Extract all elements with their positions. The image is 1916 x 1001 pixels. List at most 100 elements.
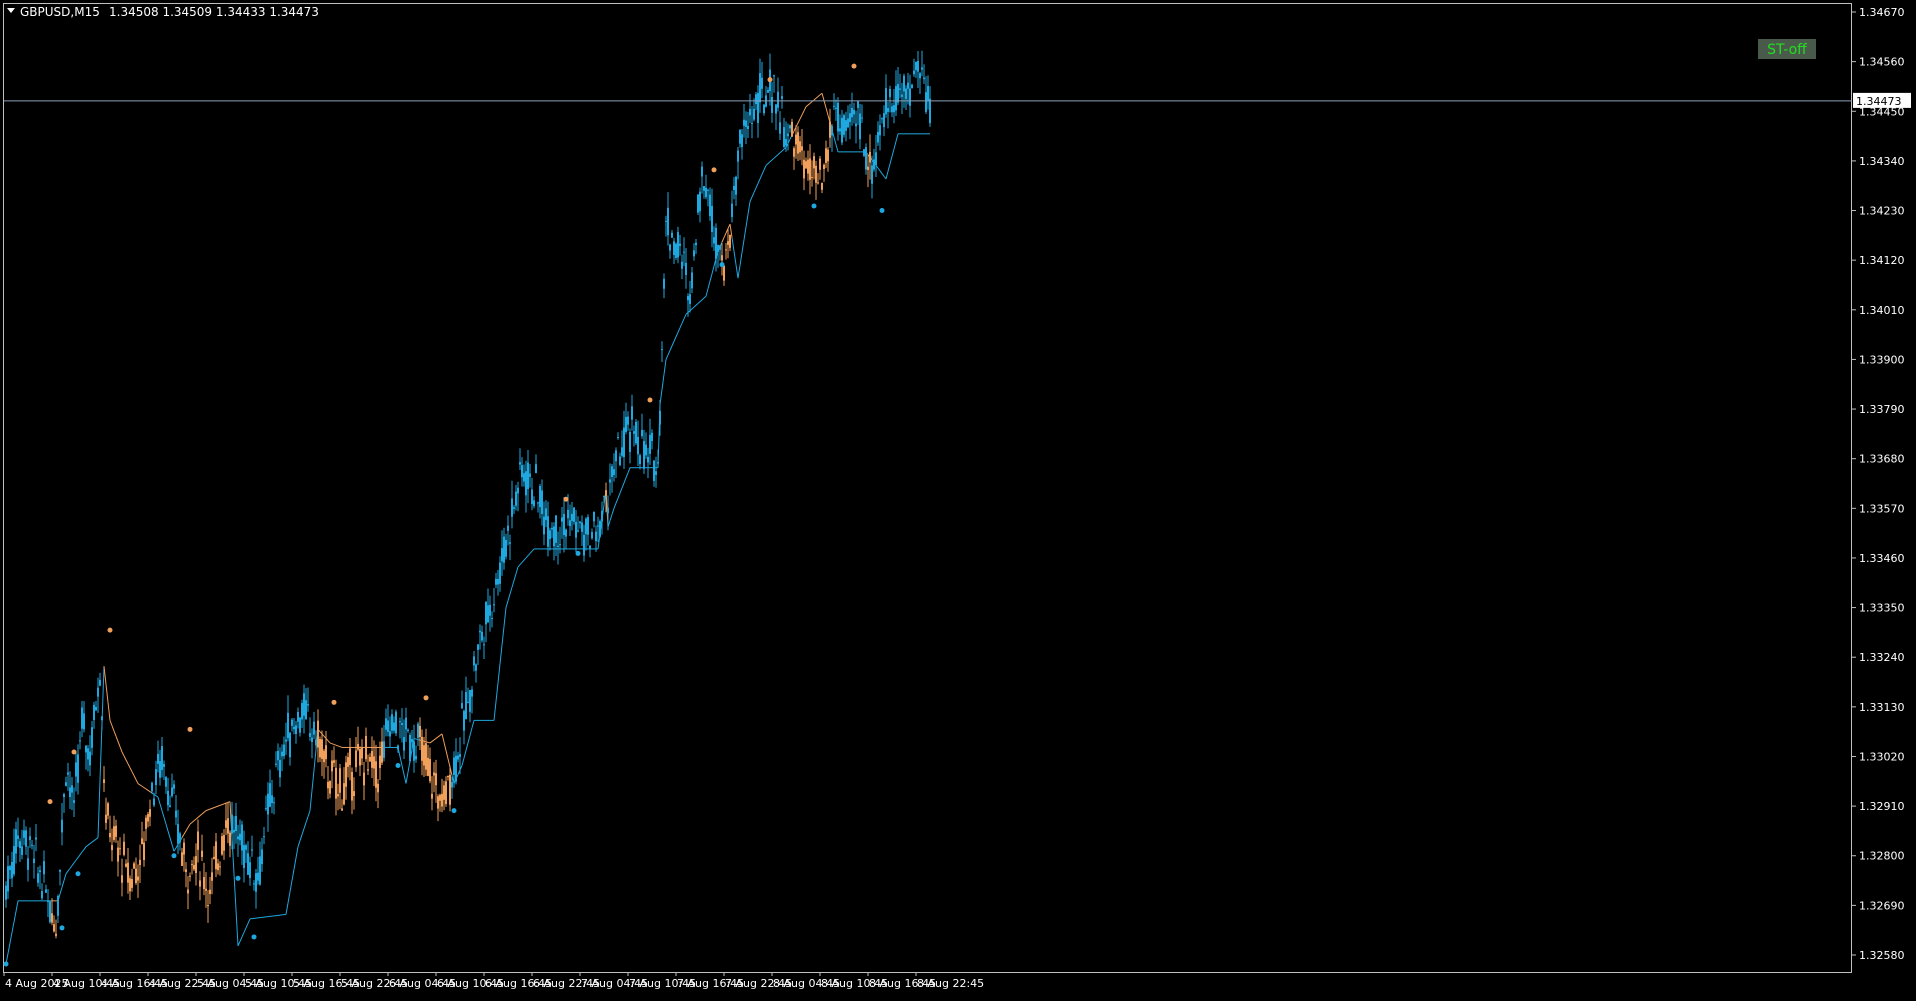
candle-body <box>275 764 277 765</box>
candle-body <box>637 437 639 454</box>
candle-body <box>801 146 803 150</box>
y-tick-label: 1.34010 <box>1859 304 1905 317</box>
candle-body <box>51 913 53 922</box>
y-tick-label: 1.32800 <box>1859 850 1905 863</box>
candle-body <box>89 752 91 766</box>
candle-body <box>695 243 697 245</box>
candle-body <box>491 618 493 619</box>
candle-body <box>785 139 787 146</box>
candle-body <box>345 762 347 786</box>
candle-body <box>757 93 759 123</box>
candle-body <box>707 190 709 191</box>
candle-body <box>579 522 581 523</box>
chart-root: 1.346701.345601.344501.343401.342301.341… <box>0 0 1916 996</box>
candle-body <box>133 863 135 868</box>
candle-body <box>581 523 583 532</box>
candle-body <box>425 743 427 769</box>
candle-body <box>539 486 541 507</box>
candle-body <box>821 183 823 190</box>
candle-body <box>577 530 579 531</box>
candle-body <box>481 632 483 641</box>
candle-body <box>565 530 567 537</box>
candle-body <box>841 118 843 143</box>
candle-body <box>399 721 401 722</box>
candle-body <box>557 546 559 547</box>
candle-body <box>639 455 641 464</box>
candle-body <box>187 890 189 894</box>
candle-body <box>701 167 703 177</box>
candle-body <box>755 94 757 104</box>
candle-body <box>93 705 95 720</box>
candle-body <box>203 877 205 889</box>
candle-body <box>199 880 201 886</box>
candle-body <box>471 689 473 696</box>
candle-body <box>49 901 51 922</box>
candle-body <box>905 89 907 100</box>
candle-body <box>563 514 565 535</box>
candle-body <box>427 758 429 776</box>
trend-flip-dot <box>880 208 885 213</box>
candle-body <box>889 89 891 97</box>
supertrend-segment <box>212 808 214 809</box>
candle-body <box>223 835 225 851</box>
candle-body <box>549 530 551 539</box>
candle-body <box>299 718 301 733</box>
candle-body <box>245 845 247 849</box>
candle-body <box>585 519 587 535</box>
candle-body <box>135 869 137 883</box>
candle-body <box>57 896 59 916</box>
candle-body <box>479 631 481 632</box>
candle-body <box>445 781 447 804</box>
candle-body <box>855 124 857 127</box>
price-chart[interactable]: 1.346701.345601.344501.343401.342301.341… <box>0 0 1916 996</box>
y-tick-label: 1.33680 <box>1859 453 1905 466</box>
candle-body <box>819 159 821 170</box>
candle-body <box>153 798 155 805</box>
candle-body <box>65 782 67 786</box>
candle-body <box>453 758 455 775</box>
trend-flip-dot <box>76 871 81 876</box>
candle-body <box>213 857 215 859</box>
candle-body <box>347 757 349 767</box>
candle-body <box>807 160 809 174</box>
candle-body <box>689 294 691 304</box>
st-off-badge[interactable]: ST-off <box>1758 39 1816 59</box>
candle-body <box>827 150 829 162</box>
candle-body <box>649 435 651 454</box>
candle-body <box>321 739 323 759</box>
candle-body <box>423 745 425 765</box>
candle-body <box>231 815 233 834</box>
candle-body <box>657 462 659 463</box>
candle-body <box>641 430 643 436</box>
trend-flip-dot <box>236 876 241 881</box>
candle-body <box>201 851 203 857</box>
candle-body <box>475 664 477 670</box>
candle-body <box>791 122 793 137</box>
candle-body <box>861 118 863 119</box>
candle-body <box>505 540 507 557</box>
candle-body <box>369 757 371 762</box>
candle-body <box>669 245 671 251</box>
candle-body <box>373 756 375 768</box>
candle-body <box>767 90 769 93</box>
candle-body <box>609 479 611 482</box>
candle-body <box>849 113 851 122</box>
candle-body <box>547 516 549 546</box>
trend-flip-dot <box>72 749 77 754</box>
candle-body <box>925 92 927 112</box>
candle-body <box>447 776 449 777</box>
candle-body <box>909 89 911 106</box>
candle-body <box>751 123 753 124</box>
candle-body <box>533 500 535 506</box>
candle-body <box>615 450 617 461</box>
candle-body <box>91 727 93 748</box>
candle-body <box>335 768 337 799</box>
candle-body <box>341 808 343 810</box>
trend-flip-dot <box>4 962 9 967</box>
candle-body <box>279 760 281 777</box>
candle-body <box>147 814 149 821</box>
candle-body <box>333 760 335 763</box>
candle-body <box>71 785 73 792</box>
candle-body <box>501 548 503 561</box>
candle-body <box>271 795 273 803</box>
